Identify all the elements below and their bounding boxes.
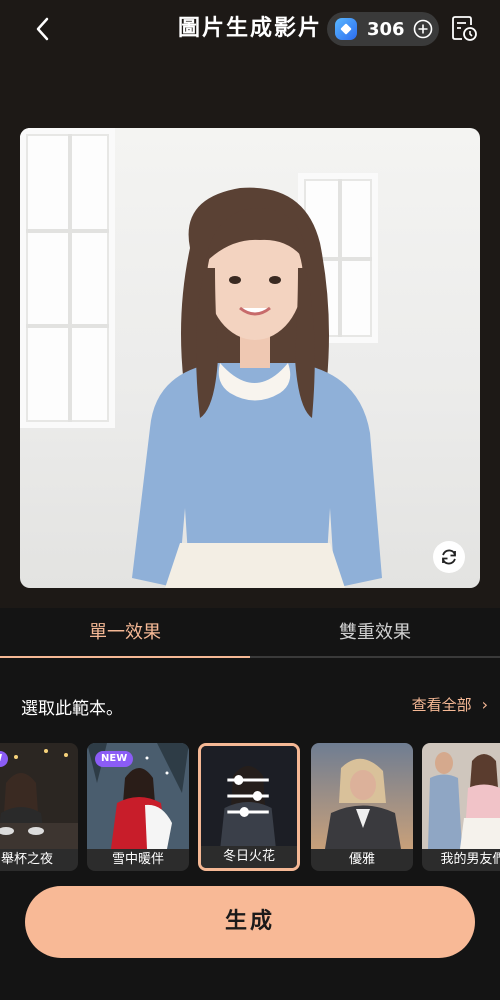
template-label: 舉杯之夜 (0, 849, 78, 871)
chevron-right-icon: › (481, 695, 488, 714)
tab-active-indicator (0, 656, 250, 658)
section-label: 選取此範本。 (21, 699, 123, 719)
template-card-my-boyfriends[interactable]: 我的男友們 (422, 743, 500, 871)
history-icon[interactable] (449, 13, 479, 43)
tab-single-effect[interactable]: 單一效果 (0, 612, 250, 658)
swap-photo-button[interactable] (433, 541, 465, 573)
template-card-winter-spark[interactable]: 冬日火花 (198, 743, 300, 871)
tab-dual-effect[interactable]: 雙重效果 (250, 612, 500, 658)
template-label: 雪中暖伴 (87, 849, 189, 871)
template-card-snow-companion[interactable]: NEW 雪中暖伴 (87, 743, 189, 871)
see-all-link[interactable]: 查看全部 › (412, 694, 488, 715)
refresh-icon (442, 549, 456, 565)
see-all-label: 查看全部 (411, 696, 472, 714)
template-label: 我的男友們 (422, 849, 500, 871)
person-figure (132, 187, 382, 588)
template-thumbnail (422, 743, 500, 849)
template-thumbnail (311, 743, 413, 849)
gem-icon (335, 18, 357, 40)
template-card-toast-night[interactable]: NEW 舉杯之夜 (0, 743, 78, 871)
template-thumbnail (0, 743, 78, 849)
generate-button[interactable]: 生成 (25, 886, 475, 958)
new-badge: NEW (95, 751, 134, 767)
template-thumbnail (201, 746, 297, 852)
window-left (20, 128, 115, 428)
template-label: 冬日火花 (201, 846, 297, 868)
template-label: 優雅 (311, 849, 413, 871)
credits-badge[interactable]: 306 (327, 12, 439, 46)
credit-count: 306 (367, 18, 405, 40)
add-circle-icon[interactable] (413, 19, 433, 39)
uploaded-photo[interactable] (20, 128, 480, 588)
template-card-elegant[interactable]: 優雅 (311, 743, 413, 871)
